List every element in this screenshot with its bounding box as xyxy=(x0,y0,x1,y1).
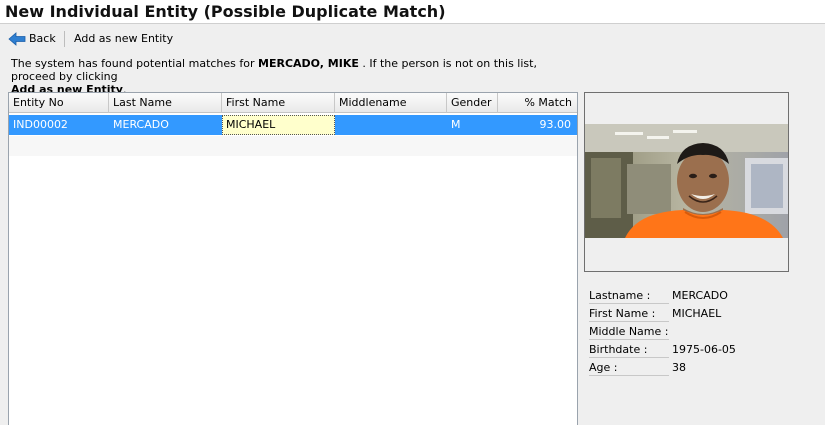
detail-birthdate-label: Birthdate : xyxy=(589,342,669,358)
window-title-bar: New Individual Entity (Possible Duplicat… xyxy=(0,0,825,24)
detail-firstname-value: MICHAEL xyxy=(672,307,722,320)
person-photo-image xyxy=(585,124,788,238)
detail-birthdate-row: Birthdate : 1975-06-05 xyxy=(589,342,819,360)
cell-entity-no[interactable]: IND00002 xyxy=(9,115,109,135)
column-header-entity-no[interactable]: Entity No xyxy=(9,93,109,113)
table-row[interactable]: IND00002 MERCADO MICHAEL M 93.00 xyxy=(9,115,577,135)
toolbar-separator xyxy=(64,31,65,47)
column-header-first-name[interactable]: First Name xyxy=(222,93,335,113)
back-button-label: Back xyxy=(29,32,56,45)
message-text-part1: The system has found potential matches f… xyxy=(11,57,259,70)
column-header-last-name[interactable]: Last Name xyxy=(109,93,222,113)
detail-firstname-label: First Name : xyxy=(589,306,669,322)
detail-age-value: 38 xyxy=(672,361,686,374)
detail-middlename-row: Middle Name : xyxy=(589,324,819,342)
photo-frame xyxy=(584,92,789,272)
detail-age-label: Age : xyxy=(589,360,669,376)
back-button[interactable]: Back xyxy=(8,29,56,49)
cell-last-name[interactable]: MERCADO xyxy=(109,115,222,135)
cell-middlename[interactable] xyxy=(335,115,447,135)
detail-firstname-row: First Name : MICHAEL xyxy=(589,306,819,324)
matches-grid[interactable]: Entity No Last Name First Name Middlenam… xyxy=(8,92,578,425)
empty-table-row xyxy=(9,136,577,156)
detail-age-row: Age : 38 xyxy=(589,360,819,378)
column-header-match[interactable]: % Match xyxy=(498,93,577,113)
cell-first-name[interactable]: MICHAEL xyxy=(222,115,335,135)
detail-birthdate-value: 1975-06-05 xyxy=(672,343,736,356)
grid-header: Entity No Last Name First Name Middlenam… xyxy=(9,93,577,113)
duplicate-match-message: The system has found potential matches f… xyxy=(11,57,581,96)
back-arrow-icon xyxy=(8,32,26,46)
detail-lastname-value: MERCADO xyxy=(672,289,728,302)
window-title: New Individual Entity (Possible Duplicat… xyxy=(5,2,446,21)
column-header-gender[interactable]: Gender xyxy=(447,93,498,113)
person-photo xyxy=(585,124,788,238)
detail-middlename-label: Middle Name : xyxy=(589,325,669,340)
detail-lastname-label: Lastname : xyxy=(589,288,669,304)
person-details: Lastname : MERCADO First Name : MICHAEL … xyxy=(589,288,819,378)
toolbar: Back Add as new Entity xyxy=(0,25,825,53)
add-as-new-entity-button[interactable]: Add as new Entity xyxy=(74,29,173,49)
message-person-name: MERCADO, MIKE xyxy=(258,57,359,70)
column-header-middlename[interactable]: Middlename xyxy=(335,93,447,113)
detail-lastname-row: Lastname : MERCADO xyxy=(589,288,819,306)
cell-match[interactable]: 93.00 xyxy=(498,115,577,135)
add-as-new-entity-label: Add as new Entity xyxy=(74,32,174,45)
cell-gender[interactable]: M xyxy=(447,115,498,135)
